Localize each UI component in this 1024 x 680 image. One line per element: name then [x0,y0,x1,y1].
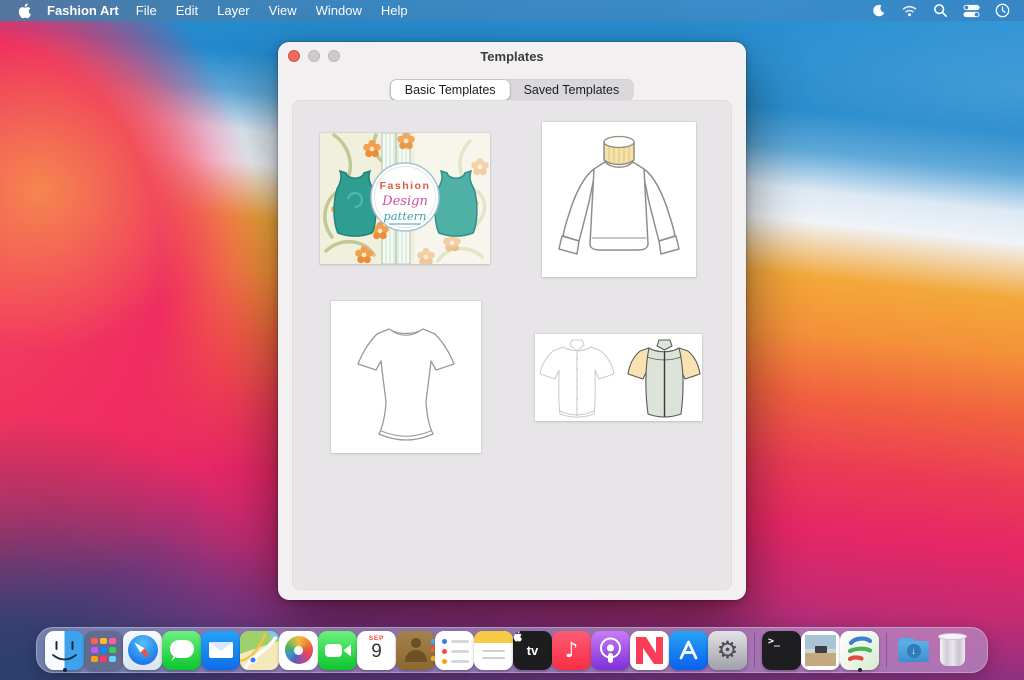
tv-label: tv [527,643,539,658]
app-store-a-icon [669,631,708,670]
floral-pattern-sketch: Fashion Design pattern [320,133,490,264]
templates-tabbar: Basic Templates Saved Templates [390,79,634,101]
dock-icon-music[interactable]: ♪ [552,631,591,670]
control-center-icon[interactable] [963,4,980,18]
contact-silhouette-body [405,650,427,662]
template-fitted-t-shirt[interactable] [331,301,481,453]
turtleneck-sweater-sketch [542,122,696,277]
dock-icon-reminders[interactable] [435,631,474,670]
template-short-sleeve-shirts[interactable] [535,334,702,421]
menu-status-cluster [871,3,1010,18]
dock-icon-photos[interactable] [279,631,318,670]
dock-icon-terminal[interactable]: >_ [762,631,801,670]
trash-can-icon [940,636,965,666]
dock-icon-system-preferences[interactable]: ⚙ [708,631,747,670]
launchpad-grid-icon [91,638,116,663]
music-note-icon: ♪ [565,640,578,661]
dock-icon-downloads[interactable]: ↓ [894,631,933,670]
dock-icon-podcasts[interactable] [591,631,630,670]
fashion-art-logo-icon [840,631,879,670]
safari-needle-icon [123,631,162,670]
calendar-day-label: 9 [357,642,396,662]
template-fashion-design-pattern[interactable]: Fashion Design pattern [320,133,490,264]
clock-icon[interactable] [995,3,1010,18]
notes-header-icon [474,631,513,643]
finder-running-dot [63,668,67,672]
envelope-icon [209,642,233,658]
floral-text-design: Design [381,194,428,209]
dock-icon-mail[interactable] [201,631,240,670]
tab-saved-templates[interactable]: Saved Templates [510,80,634,100]
contact-silhouette-icon [411,638,421,648]
menu-help[interactable]: Help [381,3,408,18]
dock-icon-trash[interactable] [933,631,972,670]
dock-divider [754,633,755,667]
video-camera-icon [318,631,357,670]
speech-bubble-icon [170,640,194,658]
window-titlebar[interactable]: Templates [278,42,746,70]
photos-pinwheel-icon [285,636,313,664]
dock-icon-maps[interactable] [240,631,279,670]
tab-basic-templates[interactable]: Basic Templates [391,80,510,100]
dock-icon-photo-preview[interactable] [801,631,840,670]
apple-logo-icon [513,631,522,642]
t-shirt-sketch [331,301,481,453]
dock-icon-launchpad[interactable] [84,631,123,670]
templates-window: Templates Basic Templates Saved Template… [278,42,746,600]
menu-window[interactable]: Window [316,3,362,18]
dock-icon-apple-tv[interactable]: tv [513,631,552,670]
folder-icon: ↓ [898,641,929,662]
dock-icon-safari[interactable] [123,631,162,670]
apple-logo-icon [18,3,31,19]
menu-edit[interactable]: Edit [176,3,198,18]
menu-bar: Fashion Art File Edit Layer View Window … [0,0,1024,21]
photo-thumbnail-icon [805,635,836,666]
dock: SEP 9 tv ♪ [36,627,988,673]
terminal-prompt-icon: >_ [768,636,780,647]
dock-icon-finder[interactable] [45,631,84,670]
news-n-icon [630,631,669,670]
fashion-art-running-dot [858,668,862,672]
podcasts-icon [591,631,630,670]
spotlight-search-icon[interactable] [933,3,948,18]
do-not-disturb-moon-icon[interactable] [871,3,886,18]
dock-icon-app-store[interactable] [669,631,708,670]
menu-layer[interactable]: Layer [217,3,250,18]
map-icon [240,631,279,670]
finder-face-icon [45,631,84,670]
dock-divider [886,633,887,667]
floral-text-pattern: pattern [383,209,426,223]
notes-line [482,657,505,660]
template-turtleneck-sweater[interactable] [542,122,696,277]
dock-icon-news[interactable] [630,631,669,670]
floral-text-fashion: Fashion [380,180,431,192]
menu-view[interactable]: View [269,3,297,18]
dock-icon-messages[interactable] [162,631,201,670]
templates-panel: Fashion Design pattern [292,100,732,590]
menu-file[interactable]: File [136,3,157,18]
gear-icon: ⚙ [717,638,739,662]
dock-icon-facetime[interactable] [318,631,357,670]
menu-app-name[interactable]: Fashion Art [47,3,119,18]
checklist-icon [442,639,469,664]
dock-icon-fashion-art[interactable] [840,631,879,670]
notes-line [482,650,505,653]
dock-icon-notes[interactable] [474,631,513,670]
apple-menu[interactable] [18,3,31,19]
dock-icon-contacts[interactable] [396,631,435,670]
shirts-sketch [535,334,702,421]
dock-icon-calendar[interactable]: SEP 9 [357,631,396,670]
download-arrow-icon: ↓ [907,644,921,658]
wifi-icon[interactable] [901,4,918,17]
window-title: Templates [278,42,746,70]
